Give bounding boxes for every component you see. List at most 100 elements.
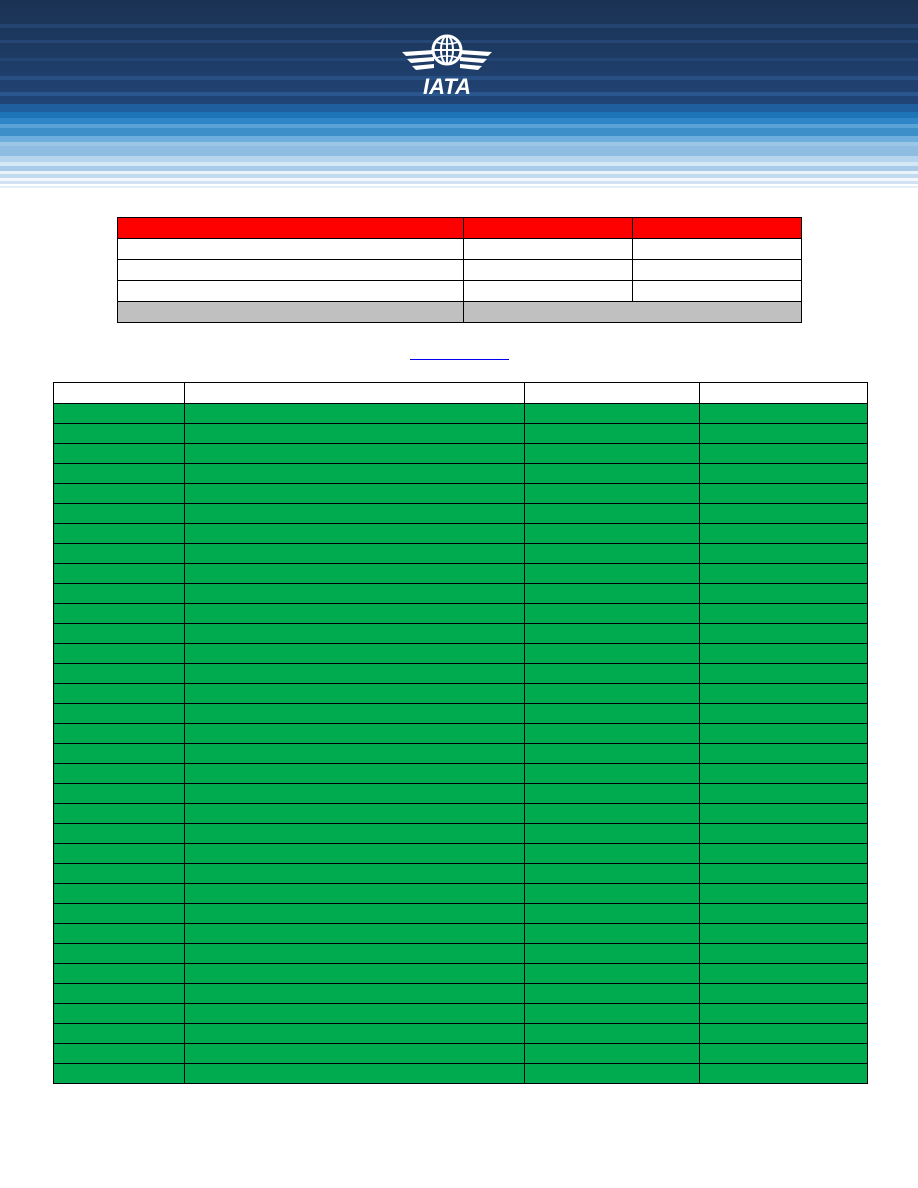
table-cell [184,483,525,504]
table-row [53,703,868,724]
table-cell [184,583,525,604]
table-cell [184,943,525,964]
table-cell [524,563,700,584]
table-row [53,423,868,444]
summary-header-cell [463,217,633,239]
table-cell [184,963,525,984]
main-table [53,382,868,1084]
table-cell [184,783,525,804]
table-cell [524,763,700,784]
table-cell [184,443,525,464]
table-row [53,623,868,644]
table-cell [53,723,185,744]
summary-cell [117,280,464,302]
table-row [53,823,868,844]
table-cell [699,643,868,664]
table-cell [524,603,700,624]
table-row [53,523,868,544]
table-cell [699,543,868,564]
table-cell [184,883,525,904]
table-row [53,1003,868,1024]
table-cell [524,743,700,764]
table-row [53,403,868,424]
table-cell [524,463,700,484]
table-cell [699,623,868,644]
table-cell [524,583,700,604]
summary-row [117,238,802,260]
table-cell [524,403,700,424]
summary-row [117,259,802,281]
summary-cell [632,238,802,260]
table-row [53,863,868,884]
table-cell [524,983,700,1004]
table-row [53,983,868,1004]
table-cell [524,1023,700,1044]
table-cell [184,1023,525,1044]
table-cell [524,663,700,684]
table-cell [53,883,185,904]
table-cell [524,503,700,524]
table-cell [184,803,525,824]
column-header [524,382,700,404]
summary-cell [463,238,633,260]
table-cell [524,863,700,884]
iata-logo-icon: IATA [400,30,494,99]
summary-cell [632,280,802,302]
summary-cell [632,259,802,281]
table-cell [699,403,868,424]
table-cell [53,923,185,944]
table-row [53,963,868,984]
table-cell [524,783,700,804]
table-cell [699,663,868,684]
summary-row [117,280,802,302]
table-cell [53,783,185,804]
table-cell [699,883,868,904]
table-row [53,763,868,784]
table-cell [53,843,185,864]
table-cell [53,743,185,764]
table-cell [524,843,700,864]
table-row [53,803,868,824]
table-cell [699,463,868,484]
table-cell [184,723,525,744]
table-cell [184,603,525,624]
table-cell [524,823,700,844]
table-row [53,463,868,484]
table-cell [184,823,525,844]
table-cell [184,1043,525,1064]
table-cell [699,483,868,504]
table-row [53,483,868,504]
table-cell [184,843,525,864]
table-row [53,1023,868,1044]
table-cell [524,1003,700,1024]
table-cell [699,1063,868,1084]
summary-cell [117,259,464,281]
table-cell [53,943,185,964]
link-underline[interactable] [410,359,509,360]
table-cell [184,923,525,944]
table-cell [184,423,525,444]
table-row [53,443,868,464]
table-cell [184,543,525,564]
table-cell [184,643,525,664]
table-cell [699,963,868,984]
table-cell [699,423,868,444]
table-cell [699,863,868,884]
table-row [53,603,868,624]
table-cell [699,1023,868,1044]
table-cell [53,483,185,504]
table-cell [699,983,868,1004]
table-row [53,723,868,744]
table-row [53,663,868,684]
summary-cell [463,259,633,281]
table-cell [699,703,868,724]
column-header [184,382,525,404]
table-row [53,743,868,764]
table-cell [53,803,185,824]
table-cell [524,883,700,904]
table-cell [699,503,868,524]
table-cell [53,1043,185,1064]
table-cell [184,743,525,764]
table-cell [53,603,185,624]
table-cell [699,443,868,464]
